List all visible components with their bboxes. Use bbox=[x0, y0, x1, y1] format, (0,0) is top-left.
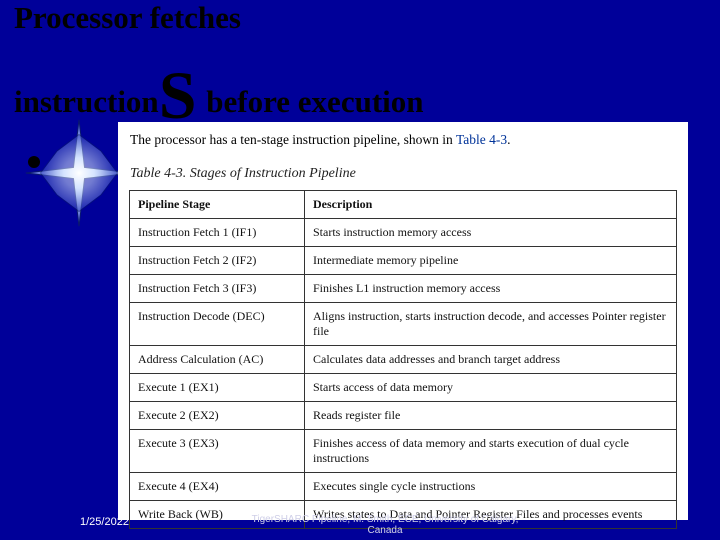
table-row: Address Calculation (AC)Calculates data … bbox=[130, 346, 677, 374]
cell-stage: Address Calculation (AC) bbox=[130, 346, 305, 374]
cell-stage: Execute 1 (EX1) bbox=[130, 374, 305, 402]
table-row: Execute 4 (EX4)Executes single cycle ins… bbox=[130, 473, 677, 501]
pipeline-table: Pipeline Stage Description Instruction F… bbox=[129, 190, 677, 529]
table-ref-link[interactable]: Table 4-3 bbox=[456, 132, 507, 147]
cell-stage: Instruction Fetch 1 (IF1) bbox=[130, 219, 305, 247]
cell-desc: Finishes L1 instruction memory access bbox=[305, 275, 677, 303]
footer-line-2: Canada bbox=[367, 525, 402, 536]
table-row: Instruction Fetch 1 (IF1)Starts instruct… bbox=[130, 219, 677, 247]
table-row: Execute 1 (EX1)Starts access of data mem… bbox=[130, 374, 677, 402]
cell-desc: Reads register file bbox=[305, 402, 677, 430]
slide: Processor fetches instructionS before ex… bbox=[0, 0, 720, 540]
table-header-row: Pipeline Stage Description bbox=[130, 191, 677, 219]
intro-text: The processor has a ten-stage instructio… bbox=[118, 122, 688, 156]
cell-desc: Finishes access of data memory and start… bbox=[305, 430, 677, 473]
slide-title: Processor fetches instructionS before ex… bbox=[14, 2, 424, 123]
table-row: Instruction Fetch 3 (IF3)Finishes L1 ins… bbox=[130, 275, 677, 303]
slide-footer: TigerSHARC Pipeline, M. Smith, ECE, Univ… bbox=[230, 514, 540, 536]
table-row: Execute 3 (EX3)Finishes access of data m… bbox=[130, 430, 677, 473]
cell-desc: Starts instruction memory access bbox=[305, 219, 677, 247]
cell-stage: Instruction Fetch 2 (IF2) bbox=[130, 247, 305, 275]
table-row: Instruction Fetch 2 (IF2)Intermediate me… bbox=[130, 247, 677, 275]
col-header-stage: Pipeline Stage bbox=[130, 191, 305, 219]
content-panel: The processor has a ten-stage instructio… bbox=[118, 122, 688, 520]
cell-stage: Execute 2 (EX2) bbox=[130, 402, 305, 430]
cell-stage: Instruction Fetch 3 (IF3) bbox=[130, 275, 305, 303]
cell-stage: Execute 3 (EX3) bbox=[130, 430, 305, 473]
title-word-instruction: instruction bbox=[14, 84, 159, 119]
cell-desc: Aligns instruction, starts instruction d… bbox=[305, 303, 677, 346]
intro-after: . bbox=[507, 132, 510, 147]
cell-stage: Execute 4 (EX4) bbox=[130, 473, 305, 501]
cell-desc: Executes single cycle instructions bbox=[305, 473, 677, 501]
title-big-s: S bbox=[159, 61, 197, 129]
bullet-icon bbox=[28, 156, 40, 168]
table-row: Execute 2 (EX2)Reads register file bbox=[130, 402, 677, 430]
title-line2: instructionS before execution bbox=[14, 55, 424, 123]
cell-desc: Intermediate memory pipeline bbox=[305, 247, 677, 275]
slide-date: 1/25/2022 bbox=[80, 516, 129, 528]
footer-line-1: TigerSHARC Pipeline, M. Smith, ECE, Univ… bbox=[252, 514, 519, 525]
col-header-desc: Description bbox=[305, 191, 677, 219]
cell-stage: Instruction Decode (DEC) bbox=[130, 303, 305, 346]
table-row: Instruction Decode (DEC)Aligns instructi… bbox=[130, 303, 677, 346]
intro-before: The processor has a ten-stage instructio… bbox=[130, 132, 456, 147]
cell-desc: Calculates data addresses and branch tar… bbox=[305, 346, 677, 374]
title-rest: before execution bbox=[199, 84, 424, 119]
title-line1: Processor fetches bbox=[14, 2, 424, 33]
table-caption: Table 4-3. Stages of Instruction Pipelin… bbox=[118, 156, 688, 190]
cell-desc: Starts access of data memory bbox=[305, 374, 677, 402]
